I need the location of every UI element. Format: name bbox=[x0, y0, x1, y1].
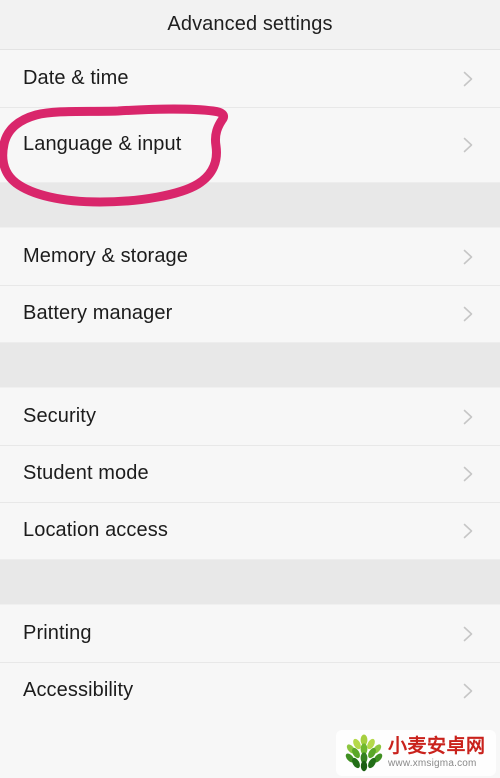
settings-row-label: Date & time bbox=[23, 67, 129, 89]
chevron-right-icon bbox=[457, 303, 479, 325]
settings-row-label: Location access bbox=[23, 519, 168, 541]
settings-row-label: Printing bbox=[23, 622, 92, 644]
settings-group: Date & time Language & input bbox=[0, 50, 500, 182]
settings-list: Date & time Language & input Memory & stor… bbox=[0, 50, 500, 719]
chevron-right-icon bbox=[457, 623, 479, 645]
chevron-right-icon bbox=[457, 463, 479, 485]
settings-group: Printing Accessibility bbox=[0, 605, 500, 719]
settings-row-printing[interactable]: Printing bbox=[0, 605, 500, 662]
chevron-right-icon bbox=[457, 68, 479, 90]
settings-row-label: Language & input bbox=[23, 133, 182, 155]
chevron-right-icon bbox=[457, 406, 479, 428]
settings-row-label: Memory & storage bbox=[23, 245, 188, 267]
settings-row-student-mode[interactable]: Student mode bbox=[0, 445, 500, 502]
settings-row-battery-manager[interactable]: Battery manager bbox=[0, 285, 500, 342]
chevron-right-icon bbox=[457, 134, 479, 156]
group-separator bbox=[0, 342, 500, 388]
chevron-right-icon bbox=[457, 246, 479, 268]
wheat-logo-icon bbox=[344, 734, 384, 772]
settings-group: Security Student mode Location access bbox=[0, 388, 500, 559]
settings-row-location-access[interactable]: Location access bbox=[0, 502, 500, 559]
watermark-site-name: 小麦安卓网 bbox=[388, 736, 486, 757]
advanced-settings-screen: Advanced settings Date & time Language & … bbox=[0, 0, 500, 778]
settings-row-accessibility[interactable]: Accessibility bbox=[0, 662, 500, 719]
settings-group: Memory & storage Battery manager bbox=[0, 228, 500, 342]
watermark-site-url: www.xmsigma.com bbox=[388, 758, 477, 769]
watermark-text: 小麦安卓网 www.xmsigma.com bbox=[388, 737, 486, 769]
settings-row-label: Security bbox=[23, 405, 97, 427]
group-separator bbox=[0, 559, 500, 605]
settings-row-memory-storage[interactable]: Memory & storage bbox=[0, 228, 500, 285]
settings-row-language-input[interactable]: Language & input bbox=[0, 107, 500, 182]
chevron-right-icon bbox=[457, 520, 479, 542]
settings-row-date-time[interactable]: Date & time bbox=[0, 50, 500, 107]
chevron-right-icon bbox=[457, 680, 479, 702]
settings-row-label: Accessibility bbox=[23, 679, 134, 701]
settings-row-label: Student mode bbox=[23, 462, 149, 484]
site-watermark: 小麦安卓网 www.xmsigma.com bbox=[336, 730, 496, 776]
screen-header: Advanced settings bbox=[0, 0, 500, 50]
settings-row-security[interactable]: Security bbox=[0, 388, 500, 445]
settings-row-label: Battery manager bbox=[23, 302, 173, 324]
group-separator bbox=[0, 182, 500, 228]
page-title: Advanced settings bbox=[167, 13, 333, 35]
